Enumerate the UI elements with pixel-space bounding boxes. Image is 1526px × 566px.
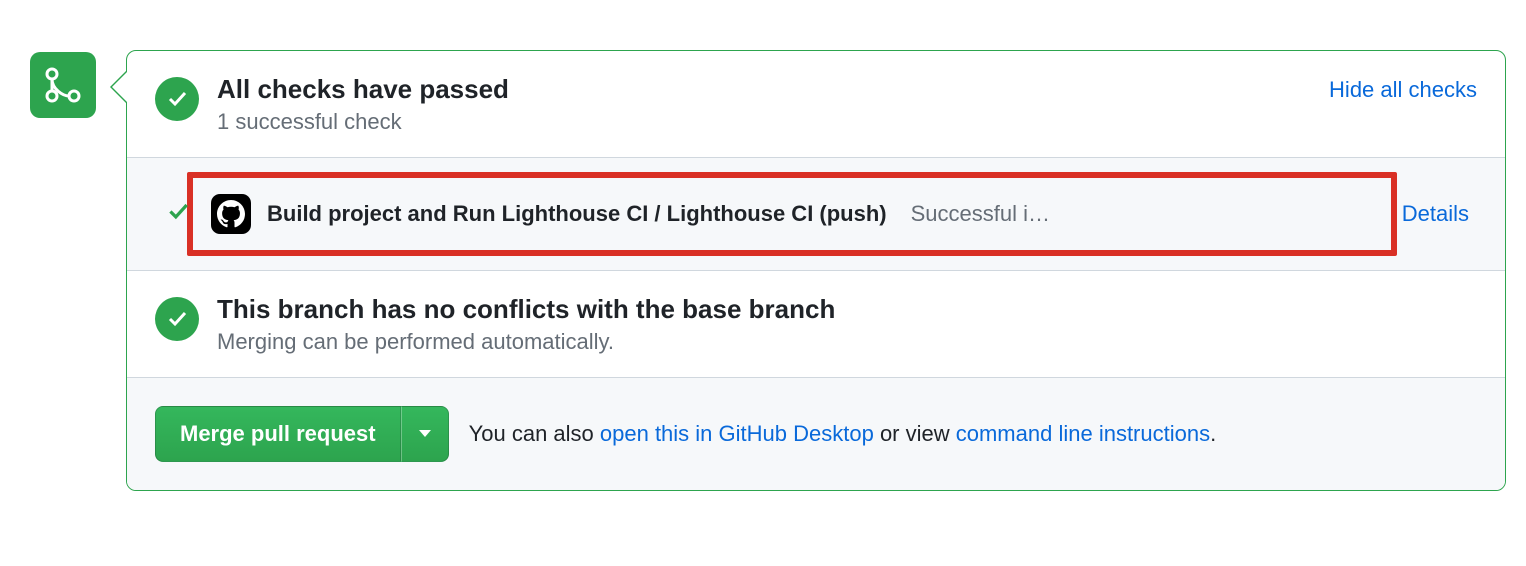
merge-status-panel-container: All checks have passed 1 successful chec… <box>30 50 1506 491</box>
hint-suffix: . <box>1210 421 1216 446</box>
merge-hint-text: You can also open this in GitHub Desktop… <box>469 421 1217 447</box>
hide-checks-link[interactable]: Hide all checks <box>1329 77 1477 103</box>
merge-options-dropdown[interactable] <box>401 406 449 462</box>
checks-title: All checks have passed <box>217 73 1311 107</box>
check-details-link[interactable]: Details <box>1402 201 1469 227</box>
cli-instructions-link[interactable]: command line instructions <box>956 421 1210 446</box>
conflicts-section: This branch has no conflicts with the ba… <box>127 271 1505 378</box>
check-status: Successful i… <box>911 201 1050 227</box>
hint-mid: or view <box>874 421 956 446</box>
check-circle-icon <box>155 77 199 121</box>
github-icon <box>211 194 251 234</box>
merge-status-panel: All checks have passed 1 successful chec… <box>126 50 1506 491</box>
merge-actions-section: Merge pull request You can also open thi… <box>127 378 1505 490</box>
checks-subtitle: 1 successful check <box>217 109 1311 135</box>
hint-prefix: You can also <box>469 421 600 446</box>
merge-pull-request-button[interactable]: Merge pull request <box>155 406 401 462</box>
caret-down-icon <box>418 429 432 439</box>
check-row: Build project and Run Lighthouse CI / Li… <box>127 158 1505 271</box>
check-icon <box>165 198 191 229</box>
checks-summary-section: All checks have passed 1 successful chec… <box>127 51 1505 158</box>
conflicts-title: This branch has no conflicts with the ba… <box>217 293 1477 327</box>
merge-button-group: Merge pull request <box>155 406 449 462</box>
panel-pointer <box>96 50 126 100</box>
check-circle-icon <box>155 297 199 341</box>
open-desktop-link[interactable]: open this in GitHub Desktop <box>600 421 874 446</box>
conflicts-subtitle: Merging can be performed automatically. <box>217 329 1477 355</box>
git-merge-icon <box>30 52 96 118</box>
check-name: Build project and Run Lighthouse CI / Li… <box>267 201 887 227</box>
highlighted-check-item[interactable]: Build project and Run Lighthouse CI / Li… <box>187 172 1397 256</box>
